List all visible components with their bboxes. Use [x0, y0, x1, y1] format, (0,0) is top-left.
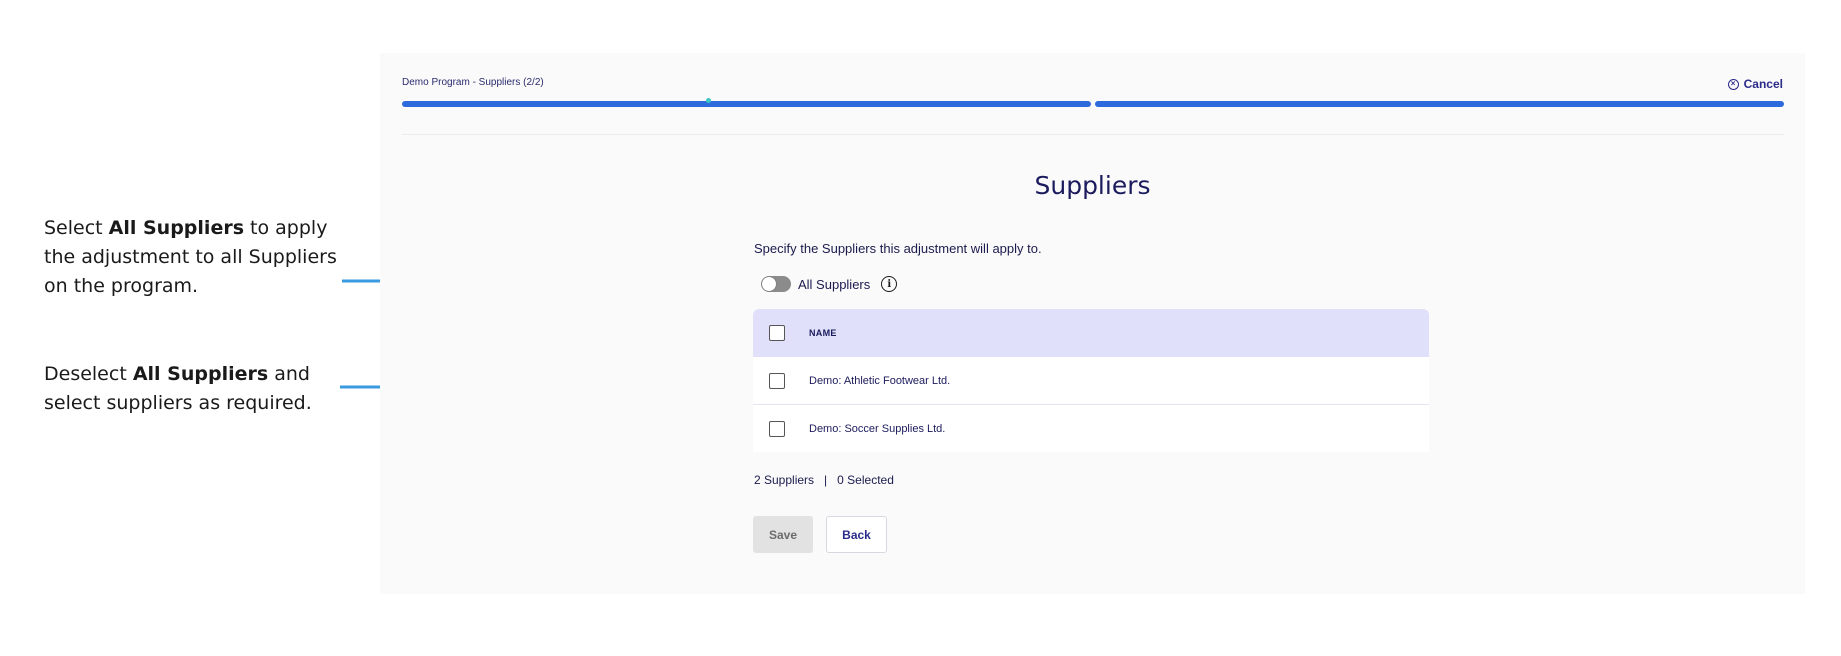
column-header-name: NAME	[809, 328, 837, 338]
row-checkbox[interactable]	[769, 372, 785, 389]
annotation-deselect: Deselect All Suppliers and select suppli…	[44, 360, 344, 418]
page-title: Suppliers	[1034, 171, 1151, 200]
close-circle-icon: ×	[1727, 78, 1739, 90]
cancel-button[interactable]: × Cancel	[1727, 77, 1783, 91]
all-suppliers-toggle[interactable]	[761, 276, 791, 292]
header-divider	[402, 134, 1784, 135]
wizard-panel: Demo Program - Suppliers (2/2) × Cancel …	[380, 53, 1805, 594]
table-header: NAME	[753, 309, 1429, 357]
step-progress	[402, 101, 1784, 107]
toggle-knob	[762, 277, 776, 291]
row-checkbox[interactable]	[769, 420, 785, 437]
back-button[interactable]: Back	[826, 516, 887, 553]
save-button[interactable]: Save	[753, 516, 813, 553]
cancel-label: Cancel	[1743, 77, 1783, 91]
table-row: Demo: Soccer Supplies Ltd.	[753, 405, 1429, 452]
annotation-bold: All Suppliers	[108, 217, 245, 239]
annotation-all-suppliers: Select All Suppliers to apply the adjust…	[44, 214, 344, 301]
all-suppliers-label: All Suppliers	[798, 276, 871, 292]
suppliers-table: NAME Demo: Athletic Footwear Ltd. Demo: …	[753, 309, 1429, 452]
selection-summary: 2 Suppliers | 0 Selected	[754, 473, 894, 487]
annotation-bold: All Suppliers	[132, 363, 269, 385]
table-row: Demo: Athletic Footwear Ltd.	[753, 357, 1429, 405]
summary-separator: |	[824, 473, 828, 487]
page-subtitle: Specify the Suppliers this adjustment wi…	[754, 241, 1042, 256]
progress-marker	[706, 98, 711, 103]
annotation-text: Deselect	[44, 363, 133, 385]
supplier-name: Demo: Soccer Supplies Ltd.	[809, 422, 946, 435]
supplier-name: Demo: Athletic Footwear Ltd.	[809, 374, 951, 387]
info-icon[interactable]: i	[881, 276, 898, 292]
select-all-checkbox[interactable]	[769, 325, 785, 341]
progress-step-1	[402, 101, 1091, 107]
supplier-count: 2 Suppliers	[754, 473, 815, 487]
wizard-title: Demo Program - Suppliers (2/2)	[402, 77, 544, 88]
progress-step-2	[1095, 101, 1784, 107]
selected-count: 0 Selected	[837, 473, 894, 487]
all-suppliers-toggle-row: All Suppliers i	[761, 276, 898, 292]
annotation-text: Select	[44, 217, 109, 239]
